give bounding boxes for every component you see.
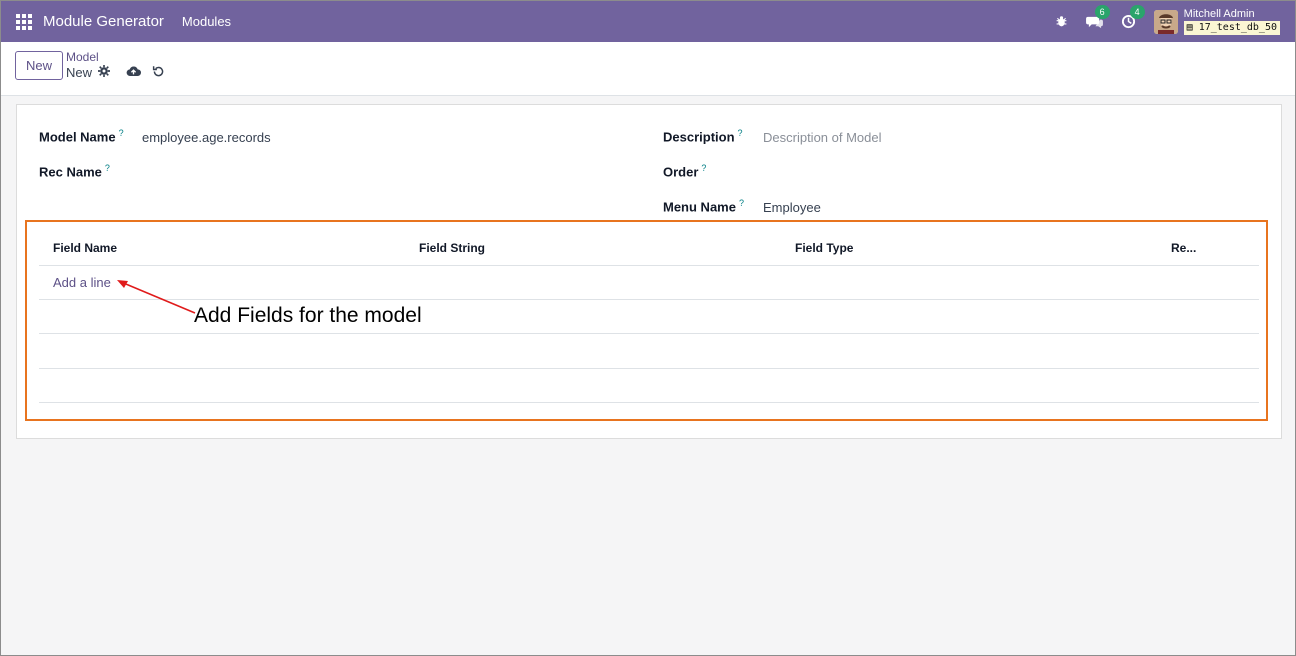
rec-name-label: Rec Name?	[39, 163, 110, 180]
menu-name-label: Menu Name?	[663, 198, 744, 215]
add-a-line-link[interactable]: Add a line	[53, 275, 111, 290]
rec-name-input[interactable]	[142, 163, 622, 181]
app-title[interactable]: Module Generator	[43, 13, 164, 30]
column-header-field-name[interactable]: Field Name	[53, 241, 117, 255]
annotation-arrow-icon	[117, 280, 196, 314]
table-row	[39, 333, 1259, 334]
help-icon[interactable]: ?	[701, 163, 706, 173]
column-header-required[interactable]: Re...	[1171, 241, 1196, 255]
messages-icon[interactable]: 6	[1085, 5, 1110, 29]
column-header-field-string[interactable]: Field String	[419, 241, 485, 255]
description-label: Description?	[663, 128, 743, 145]
gear-icon[interactable]	[98, 65, 110, 77]
order-input[interactable]	[763, 163, 1243, 181]
user-avatar[interactable]	[1153, 9, 1178, 34]
user-menu[interactable]: Mitchell Admin ▤ 17_test_db_50	[1183, 8, 1280, 35]
menu-name-input[interactable]: Employee	[763, 200, 821, 215]
top-navbar: Module Generator Modules 6 4 Mitchell Ad…	[1, 1, 1295, 42]
help-icon[interactable]: ?	[119, 128, 124, 138]
help-icon[interactable]: ?	[738, 128, 743, 138]
help-icon[interactable]: ?	[739, 198, 744, 208]
activities-badge: 4	[1129, 5, 1145, 19]
table-row	[39, 402, 1259, 403]
table-header-divider	[39, 265, 1259, 266]
help-icon[interactable]: ?	[105, 163, 110, 173]
apps-menu-icon[interactable]	[16, 13, 32, 30]
description-input[interactable]: Description of Model	[763, 130, 882, 145]
annotation-text: Add Fields for the model	[194, 304, 422, 327]
activities-clock-icon[interactable]: 4	[1121, 5, 1145, 29]
menu-modules[interactable]: Modules	[182, 14, 231, 29]
database-name: ▤ 17_test_db_50	[1183, 21, 1280, 35]
breadcrumb-model[interactable]: Model	[66, 50, 99, 64]
table-row	[39, 299, 1259, 300]
database-name-text: 17_test_db_50	[1198, 22, 1277, 33]
model-name-input[interactable]: employee.age.records	[142, 130, 271, 145]
column-header-field-type[interactable]: Field Type	[795, 241, 853, 255]
user-name: Mitchell Admin	[1183, 8, 1255, 20]
discard-undo-icon[interactable]	[152, 65, 165, 78]
model-name-label: Model Name?	[39, 128, 124, 145]
order-label: Order?	[663, 163, 707, 180]
debug-bug-icon[interactable]	[1055, 15, 1068, 28]
messages-badge: 6	[1094, 5, 1110, 19]
new-button[interactable]: New	[15, 51, 63, 80]
table-row	[39, 368, 1259, 369]
record-title: New	[66, 65, 93, 80]
save-cloud-icon[interactable]	[126, 65, 141, 77]
control-panel: New Model New	[1, 42, 1295, 96]
